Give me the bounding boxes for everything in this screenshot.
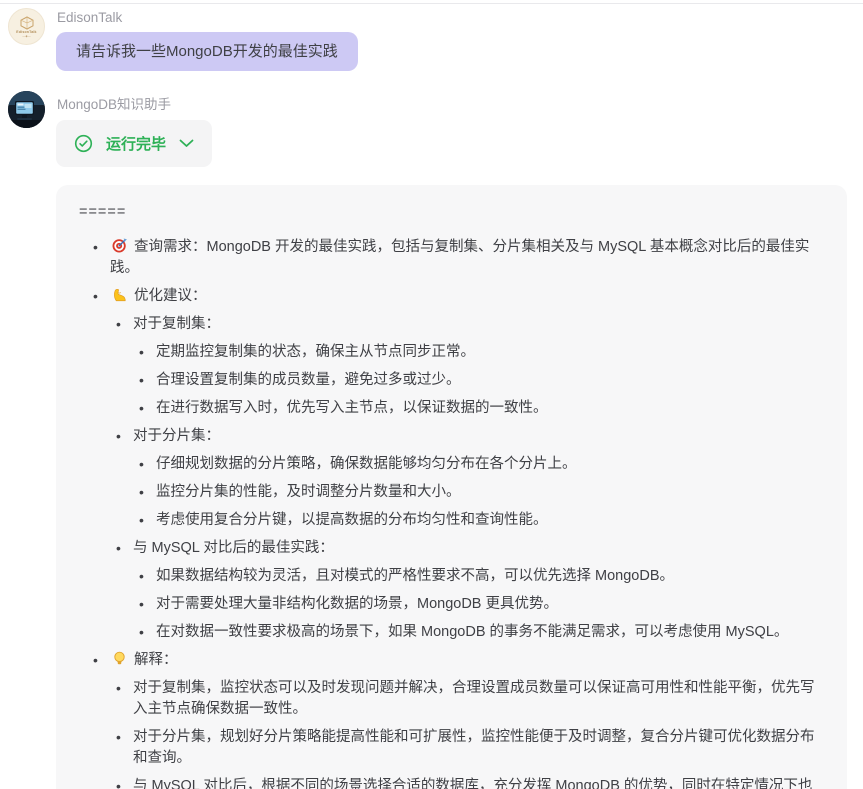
user-message: EdisonTalk —◈— EdisonTalk 请告诉我一些MongoDB开… [8,8,847,71]
list-item: 优化建议： 对于复制集： 定期监控复制集的状态，确保主从节点同步正常。 合理设置… [93,286,823,643]
list-item: 监控分片集的性能，及时调整分片数量和大小。 [139,482,823,503]
list-item: 对于复制集： 定期监控复制集的状态，确保主从节点同步正常。 合理设置复制集的成员… [116,314,823,419]
assistant-message: MongoDB知识助手 运行完毕 ===== • 查询需求：MongoDB 开发… [8,91,847,789]
list-item-text: 考虑使用复合分片键，以提高数据的分布均匀性和查询性能。 [156,512,548,528]
list-item-text: 优化建议： [134,288,207,304]
nested-list: 如果数据结构较为灵活，且对模式的严格性要求不高，可以优先选择 MongoDB。 … [133,566,823,643]
check-circle-icon [74,134,93,153]
list-item-text: 在对数据一致性要求极高的场景下，如果 MongoDB 的事务不能满足需求，可以考… [156,624,789,640]
user-message-bubble: 请告诉我一些MongoDB开发的最佳实践 [56,32,358,71]
response-top-delimiter: ===== [79,204,127,220]
monitor-photo [8,91,45,128]
list-item: 与 MySQL 对比后，根据不同的场景选择合适的数据库，充分发挥 MongoDB… [116,776,823,789]
run-status-toggle[interactable]: 运行完毕 [56,120,213,167]
list-item: 考虑使用复合分片键，以提高数据的分布均匀性和查询性能。 [139,510,823,531]
list-item: 仔细规划数据的分片策略，确保数据能够均匀分布在各个分片上。 [139,454,823,475]
edisontalk-logo-icon [20,15,33,30]
list-item: 合理设置复制集的成员数量，避免过多或过少。 [139,370,823,391]
assistant-response-card: ===== 查询需求：MongoDB 开发的最佳实践，包括与复制集、分片集相关及… [56,185,847,789]
nested-list: 对于复制集： 定期监控复制集的状态，确保主从节点同步正常。 合理设置复制集的成员… [110,314,823,643]
nested-list: 对于复制集，监控状态可以及时发现问题并解决，合理设置成员数量可以保证高可用性和性… [110,678,823,789]
list-item: 在对数据一致性要求极高的场景下，如果 MongoDB 的事务不能满足需求，可以考… [139,622,823,643]
assistant-avatar [8,91,45,128]
list-item: 对于分片集： 仔细规划数据的分片策略，确保数据能够均匀分布在各个分片上。 监控分… [116,426,823,531]
run-status-label: 运行完毕 [106,136,167,153]
avatar-rule: —◈— [22,33,31,38]
list-item: 查询需求：MongoDB 开发的最佳实践，包括与复制集、分片集相关及与 MySQ… [93,237,823,279]
user-name: EdisonTalk [57,10,123,25]
list-item-text: 仔细规划数据的分片策略，确保数据能够均匀分布在各个分片上。 [156,456,577,472]
list-item: 在进行数据写入时，优先写入主节点，以保证数据的一致性。 [139,398,823,419]
list-item-text: 解释： [134,652,178,668]
list-item-text: 监控分片集的性能，及时调整分片数量和大小。 [156,484,461,500]
list-item-text: 如果数据结构较为灵活，且对模式的严格性要求不高，可以优先选择 MongoDB。 [156,568,675,584]
chat-thread: EdisonTalk —◈— EdisonTalk 请告诉我一些MongoDB开… [0,0,863,789]
user-avatar: EdisonTalk —◈— [8,8,45,45]
list-item: 对于需要处理大量非结构化数据的场景，MongoDB 更具优势。 [139,594,823,615]
chevron-down-icon [179,139,194,147]
list-item-text: 定期监控复制集的状态，确保主从节点同步正常。 [156,344,475,360]
list-item: 与 MySQL 对比后的最佳实践： 如果数据结构较为灵活，且对模式的严格性要求不… [116,538,823,643]
list-item-text: 对于分片集： [133,428,220,444]
list-item-text: 对于复制集： [133,316,220,332]
response-list: 查询需求：MongoDB 开发的最佳实践，包括与复制集、分片集相关及与 MySQ… [78,237,823,789]
list-item-text: 合理设置复制集的成员数量，避免过多或过少。 [156,372,461,388]
list-item: 定期监控复制集的状态，确保主从节点同步正常。 [139,342,823,363]
list-item-text: 对于复制集，监控状态可以及时发现问题并解决，合理设置成员数量可以保证高可用性和性… [133,680,815,717]
list-item-text: 对于需要处理大量非结构化数据的场景，MongoDB 更具优势。 [156,596,559,612]
flexed-biceps-emoji [114,288,126,302]
nested-list: 定期监控复制集的状态，确保主从节点同步正常。 合理设置复制集的成员数量，避免过多… [133,342,823,419]
dart-target-emoji [112,238,127,253]
list-item-text: 与 MySQL 对比后，根据不同的场景选择合适的数据库，充分发挥 MongoDB… [133,778,813,789]
list-item: 如果数据结构较为灵活，且对模式的严格性要求不高，可以优先选择 MongoDB。 [139,566,823,587]
list-item-text: 查询需求：MongoDB 开发的最佳实践，包括与复制集、分片集相关及与 MySQ… [110,239,810,276]
light-bulb-emoji [114,651,125,665]
list-item-text: 对于分片集，规划好分片策略能提高性能和可扩展性，监控性能便于及时调整，复合分片键… [133,729,815,766]
list-item: 对于分片集，规划好分片策略能提高性能和可扩展性，监控性能便于及时调整，复合分片键… [116,727,823,769]
nested-list: 仔细规划数据的分片策略，确保数据能够均匀分布在各个分片上。 监控分片集的性能，及… [133,454,823,531]
list-item-text: 在进行数据写入时，优先写入主节点，以保证数据的一致性。 [156,400,548,416]
list-item: 解释： 对于复制集，监控状态可以及时发现问题并解决，合理设置成员数量可以保证高可… [93,650,823,789]
list-item-text: 与 MySQL 对比后的最佳实践： [133,540,334,556]
assistant-name: MongoDB知识助手 [57,97,172,112]
list-item: 对于复制集，监控状态可以及时发现问题并解决，合理设置成员数量可以保证高可用性和性… [116,678,823,720]
